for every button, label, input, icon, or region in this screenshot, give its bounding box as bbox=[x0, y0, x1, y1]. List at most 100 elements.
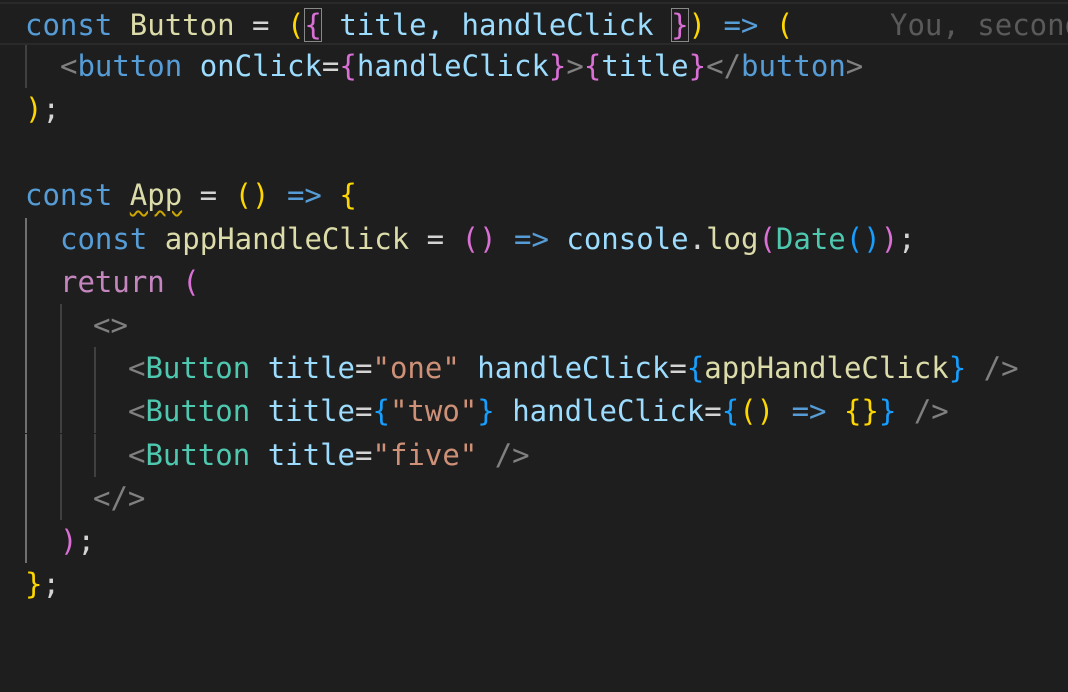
code-token: const bbox=[25, 178, 113, 212]
code-token: ( bbox=[182, 265, 200, 299]
code-token: appHandleClick bbox=[704, 351, 949, 385]
code-token: handleClick bbox=[512, 394, 705, 428]
code-token: </> bbox=[93, 481, 146, 515]
indent-guide bbox=[25, 477, 27, 520]
code-token: < bbox=[128, 438, 146, 472]
code-line-9[interactable]: <Button title="one" handleClick={appHand… bbox=[0, 347, 1068, 390]
code-token: ) bbox=[880, 222, 899, 256]
code-token: () bbox=[845, 222, 881, 256]
code-token: = bbox=[182, 178, 235, 212]
code-line-6[interactable]: const appHandleClick = () => console.log… bbox=[0, 218, 1068, 261]
code-token: } bbox=[25, 567, 43, 601]
code-token: title bbox=[267, 351, 356, 385]
code-token: const bbox=[25, 8, 113, 42]
code-token: title, handleClick bbox=[321, 8, 672, 42]
code-line-8[interactable]: <> bbox=[0, 304, 1068, 347]
code-token: appHandleClick bbox=[164, 222, 410, 256]
code-token: onClick bbox=[199, 49, 322, 83]
code-token: Date bbox=[775, 222, 846, 256]
indent-guide bbox=[60, 390, 62, 433]
code-line-10[interactable]: <Button title={"two"} handleClick={() =>… bbox=[0, 390, 1068, 433]
code-line-11[interactable]: <Button title="five" /> bbox=[0, 434, 1068, 477]
code-token: { bbox=[339, 49, 357, 83]
code-token: title bbox=[267, 438, 356, 472]
code-token: > bbox=[845, 49, 864, 83]
line-code: const App = () => { bbox=[25, 174, 357, 217]
code-token: ( bbox=[758, 222, 776, 256]
code-token: /> bbox=[966, 351, 1019, 385]
code-token: => bbox=[706, 8, 776, 42]
code-token: "two" bbox=[389, 394, 478, 428]
code-editor[interactable]: const Button = ({ title, handleClick }) … bbox=[0, 0, 1068, 612]
code-line-14[interactable]: }; bbox=[0, 563, 1068, 606]
code-line-2[interactable]: <button onClick={handleClick}>{title}</b… bbox=[0, 45, 1068, 88]
code-token: = bbox=[355, 394, 373, 428]
code-token: ( bbox=[286, 8, 305, 42]
code-token: { bbox=[583, 49, 602, 83]
code-line-4[interactable] bbox=[0, 131, 1068, 174]
code-token: () bbox=[461, 222, 497, 256]
code-token: "five" bbox=[372, 438, 478, 472]
line-code: ); bbox=[60, 520, 95, 563]
line-code: <Button title="one" handleClick={appHand… bbox=[128, 347, 1019, 390]
code-token: ; bbox=[77, 524, 95, 558]
code-token: = bbox=[669, 351, 687, 385]
code-token: const bbox=[60, 222, 148, 256]
code-token: () bbox=[739, 394, 775, 428]
indent-guide bbox=[25, 390, 27, 433]
indent-guide bbox=[94, 347, 96, 390]
code-token: < bbox=[128, 394, 146, 428]
code-token: handleClick bbox=[356, 49, 549, 83]
line-code: return ( bbox=[60, 261, 200, 304]
line-code: <Button title="five" /> bbox=[128, 434, 530, 477]
line-code: <> bbox=[93, 304, 128, 347]
code-token: => bbox=[496, 222, 567, 256]
code-token: } bbox=[671, 8, 689, 42]
code-token: = bbox=[355, 351, 373, 385]
indent-guide bbox=[94, 434, 96, 477]
line-code: }; bbox=[25, 563, 60, 606]
code-line-1[interactable]: const Button = ({ title, handleClick }) … bbox=[0, 2, 1068, 45]
code-line-3[interactable]: ); bbox=[0, 88, 1068, 131]
code-line-5[interactable]: const App = () => { bbox=[0, 174, 1068, 217]
line-code: <Button title={"two"} handleClick={() =>… bbox=[128, 390, 949, 433]
code-line-7[interactable]: return ( bbox=[0, 261, 1068, 304]
code-line-12[interactable]: </> bbox=[0, 477, 1068, 520]
code-line-13[interactable]: ); bbox=[0, 520, 1068, 563]
indent-guide bbox=[25, 45, 27, 88]
indent-guide bbox=[60, 347, 62, 390]
line-code: const appHandleClick = () => console.log… bbox=[60, 218, 916, 261]
code-token: < bbox=[128, 351, 146, 385]
code-token: ) bbox=[60, 524, 78, 558]
code-token: ) bbox=[688, 8, 707, 42]
indent-guide bbox=[25, 218, 27, 261]
indent-guide bbox=[60, 304, 62, 347]
indent-guide bbox=[25, 434, 27, 477]
code-token: ; bbox=[898, 222, 916, 256]
code-token: button bbox=[77, 49, 183, 83]
code-token: => bbox=[774, 394, 844, 428]
code-token: ; bbox=[42, 567, 60, 601]
code-token: Button bbox=[145, 438, 251, 472]
code-token: App bbox=[129, 178, 183, 212]
code-token: } bbox=[948, 351, 967, 385]
code-token: { bbox=[721, 394, 740, 428]
code-token: => bbox=[269, 178, 340, 212]
code-token: = bbox=[234, 8, 287, 42]
code-token: } bbox=[688, 49, 707, 83]
code-token: ( bbox=[775, 8, 794, 42]
code-token: { bbox=[304, 8, 322, 42]
code-token: < bbox=[60, 49, 78, 83]
code-token: title bbox=[267, 394, 356, 428]
indent-guide bbox=[60, 434, 62, 477]
line-code: </> bbox=[93, 477, 145, 520]
code-token: /> bbox=[896, 394, 949, 428]
